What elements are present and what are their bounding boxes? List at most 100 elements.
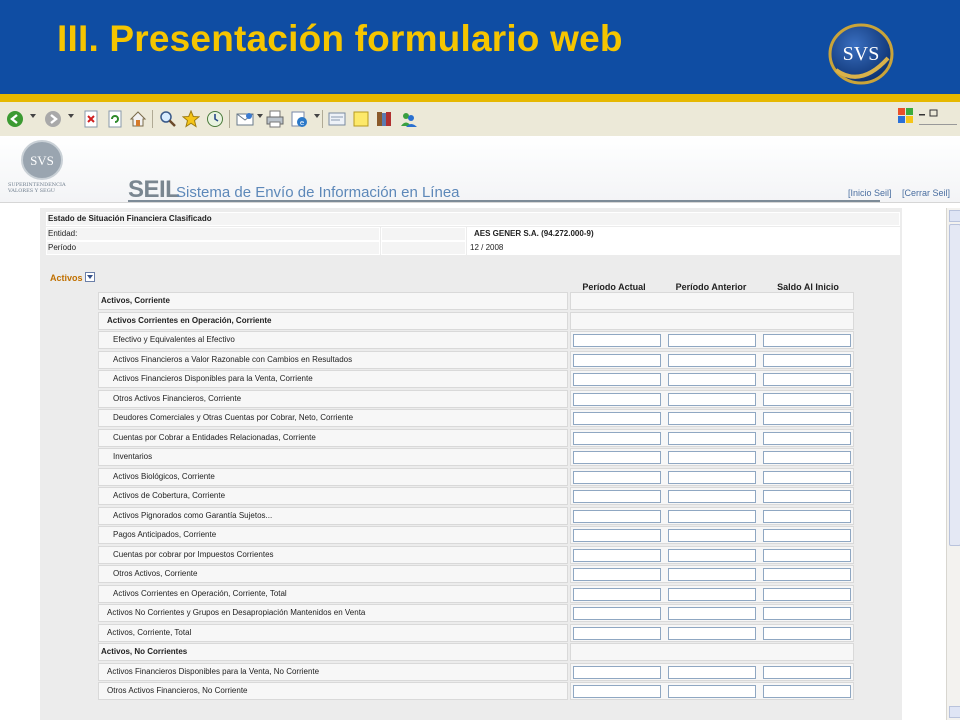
favorites-icon[interactable] — [182, 110, 200, 128]
saldo-inicio-input[interactable] — [763, 412, 851, 425]
periodo-actual-input[interactable] — [573, 607, 661, 620]
mail-icon[interactable] — [236, 110, 254, 128]
periodo-actual-input[interactable] — [573, 432, 661, 445]
history-icon[interactable] — [206, 110, 224, 128]
stop-icon[interactable] — [82, 110, 100, 128]
periodo-anterior-input[interactable] — [668, 412, 756, 425]
search-icon[interactable] — [159, 110, 177, 128]
saldo-inicio-input[interactable] — [763, 529, 851, 542]
mail-dropdown-icon[interactable] — [257, 114, 263, 118]
saldo-inicio-input[interactable] — [763, 607, 851, 620]
saldo-inicio-input[interactable] — [763, 373, 851, 386]
back-dropdown-icon[interactable] — [30, 114, 36, 118]
refresh-icon[interactable] — [106, 110, 124, 128]
saldo-inicio-input[interactable] — [763, 666, 851, 679]
periodo-anterior-input[interactable] — [668, 354, 756, 367]
saldo-inicio-input[interactable] — [763, 393, 851, 406]
periodo-actual-input[interactable] — [573, 490, 661, 503]
research-icon[interactable] — [375, 110, 393, 128]
periodo-actual-input[interactable] — [573, 568, 661, 581]
seil-subtitle: Sistema de Envío de Información en Línea — [176, 184, 460, 201]
inicio-seil-link[interactable]: [Inicio Seil] — [848, 188, 892, 198]
saldo-inicio-input[interactable] — [763, 568, 851, 581]
row-input-cells — [570, 624, 854, 642]
notes-icon[interactable] — [352, 110, 370, 128]
periodo-anterior-input[interactable] — [668, 549, 756, 562]
periodo-anterior-input[interactable] — [668, 568, 756, 581]
periodo-anterior-input[interactable] — [668, 471, 756, 484]
seil-banner: SVS SUPERINTENDENCIA VALORES Y SEGU SEIL… — [0, 136, 960, 203]
periodo-anterior-input[interactable] — [668, 373, 756, 386]
periodo-actual-input[interactable] — [573, 685, 661, 698]
saldo-inicio-input[interactable] — [763, 334, 851, 347]
periodo-anterior-input[interactable] — [668, 607, 756, 620]
saldo-inicio-input[interactable] — [763, 685, 851, 698]
periodo-actual-input[interactable] — [573, 451, 661, 464]
toolbar-separator — [322, 110, 323, 128]
saldo-inicio-input[interactable] — [763, 510, 851, 523]
periodo-anterior-input[interactable] — [668, 510, 756, 523]
periodo-actual-input[interactable] — [573, 510, 661, 523]
collapse-toggle-icon[interactable] — [85, 272, 95, 282]
messenger-icon[interactable] — [400, 110, 418, 128]
periodo-actual-input[interactable] — [573, 373, 661, 386]
periodo-actual-input[interactable] — [573, 354, 661, 367]
periodo-anterior-input[interactable] — [668, 432, 756, 445]
scroll-up-button[interactable] — [949, 210, 960, 222]
discuss-icon[interactable] — [328, 110, 346, 128]
form-title: Estado de Situación Financiera Clasifica… — [48, 214, 212, 223]
minimize-icon[interactable] — [919, 114, 925, 116]
row-label: Activos, Corriente, Total — [98, 624, 568, 642]
scroll-thumb[interactable] — [949, 224, 960, 546]
periodo-actual-input[interactable] — [573, 334, 661, 347]
saldo-inicio-input[interactable] — [763, 432, 851, 445]
periodo-anterior-input[interactable] — [668, 451, 756, 464]
edit-dropdown-icon[interactable] — [314, 114, 320, 118]
row-input-cells — [570, 390, 854, 408]
saldo-inicio-input[interactable] — [763, 627, 851, 640]
periodo-actual-input[interactable] — [573, 666, 661, 679]
row-label: Activos Financieros Disponibles para la … — [98, 663, 568, 681]
home-icon[interactable] — [129, 110, 147, 128]
periodo-actual-input[interactable] — [573, 529, 661, 542]
section-activos[interactable]: Activos — [50, 273, 83, 283]
row-input-cells — [570, 351, 854, 369]
row-input-cells — [570, 292, 854, 310]
saldo-inicio-input[interactable] — [763, 451, 851, 464]
back-icon[interactable] — [6, 110, 24, 128]
periodo-anterior-input[interactable] — [668, 529, 756, 542]
periodo-anterior-input[interactable] — [668, 490, 756, 503]
restore-icon[interactable] — [929, 109, 938, 117]
saldo-inicio-input[interactable] — [763, 549, 851, 562]
periodo-anterior-input[interactable] — [668, 666, 756, 679]
print-icon[interactable] — [266, 110, 284, 128]
vertical-scrollbar[interactable] — [946, 208, 960, 720]
periodo-actual-input[interactable] — [573, 471, 661, 484]
row-input-cells — [570, 507, 854, 525]
periodo-actual-input[interactable] — [573, 549, 661, 562]
row-input-cells — [570, 331, 854, 349]
forward-icon[interactable] — [44, 110, 62, 128]
periodo-actual-input[interactable] — [573, 412, 661, 425]
period-label-cell — [46, 241, 380, 255]
saldo-inicio-input[interactable] — [763, 588, 851, 601]
saldo-inicio-input[interactable] — [763, 471, 851, 484]
periodo-anterior-input[interactable] — [668, 685, 756, 698]
periodo-anterior-input[interactable] — [668, 627, 756, 640]
forward-dropdown-icon[interactable] — [68, 114, 74, 118]
row-input-cells — [570, 585, 854, 603]
periodo-anterior-input[interactable] — [668, 588, 756, 601]
column-header-periodo-actual: Período Actual — [582, 282, 646, 292]
periodo-actual-input[interactable] — [573, 627, 661, 640]
saldo-inicio-input[interactable] — [763, 354, 851, 367]
periodo-anterior-input[interactable] — [668, 334, 756, 347]
periodo-actual-input[interactable] — [573, 393, 661, 406]
scroll-down-button[interactable] — [949, 706, 960, 718]
periodo-anterior-input[interactable] — [668, 393, 756, 406]
cerrar-seil-link[interactable]: [Cerrar Seil] — [902, 188, 950, 198]
row-label: Activos Biológicos, Corriente — [98, 468, 568, 486]
saldo-inicio-input[interactable] — [763, 490, 851, 503]
slide-header: III. Presentación formulario web SVS — [0, 0, 960, 94]
edit-icon[interactable]: e — [290, 110, 308, 128]
periodo-actual-input[interactable] — [573, 588, 661, 601]
